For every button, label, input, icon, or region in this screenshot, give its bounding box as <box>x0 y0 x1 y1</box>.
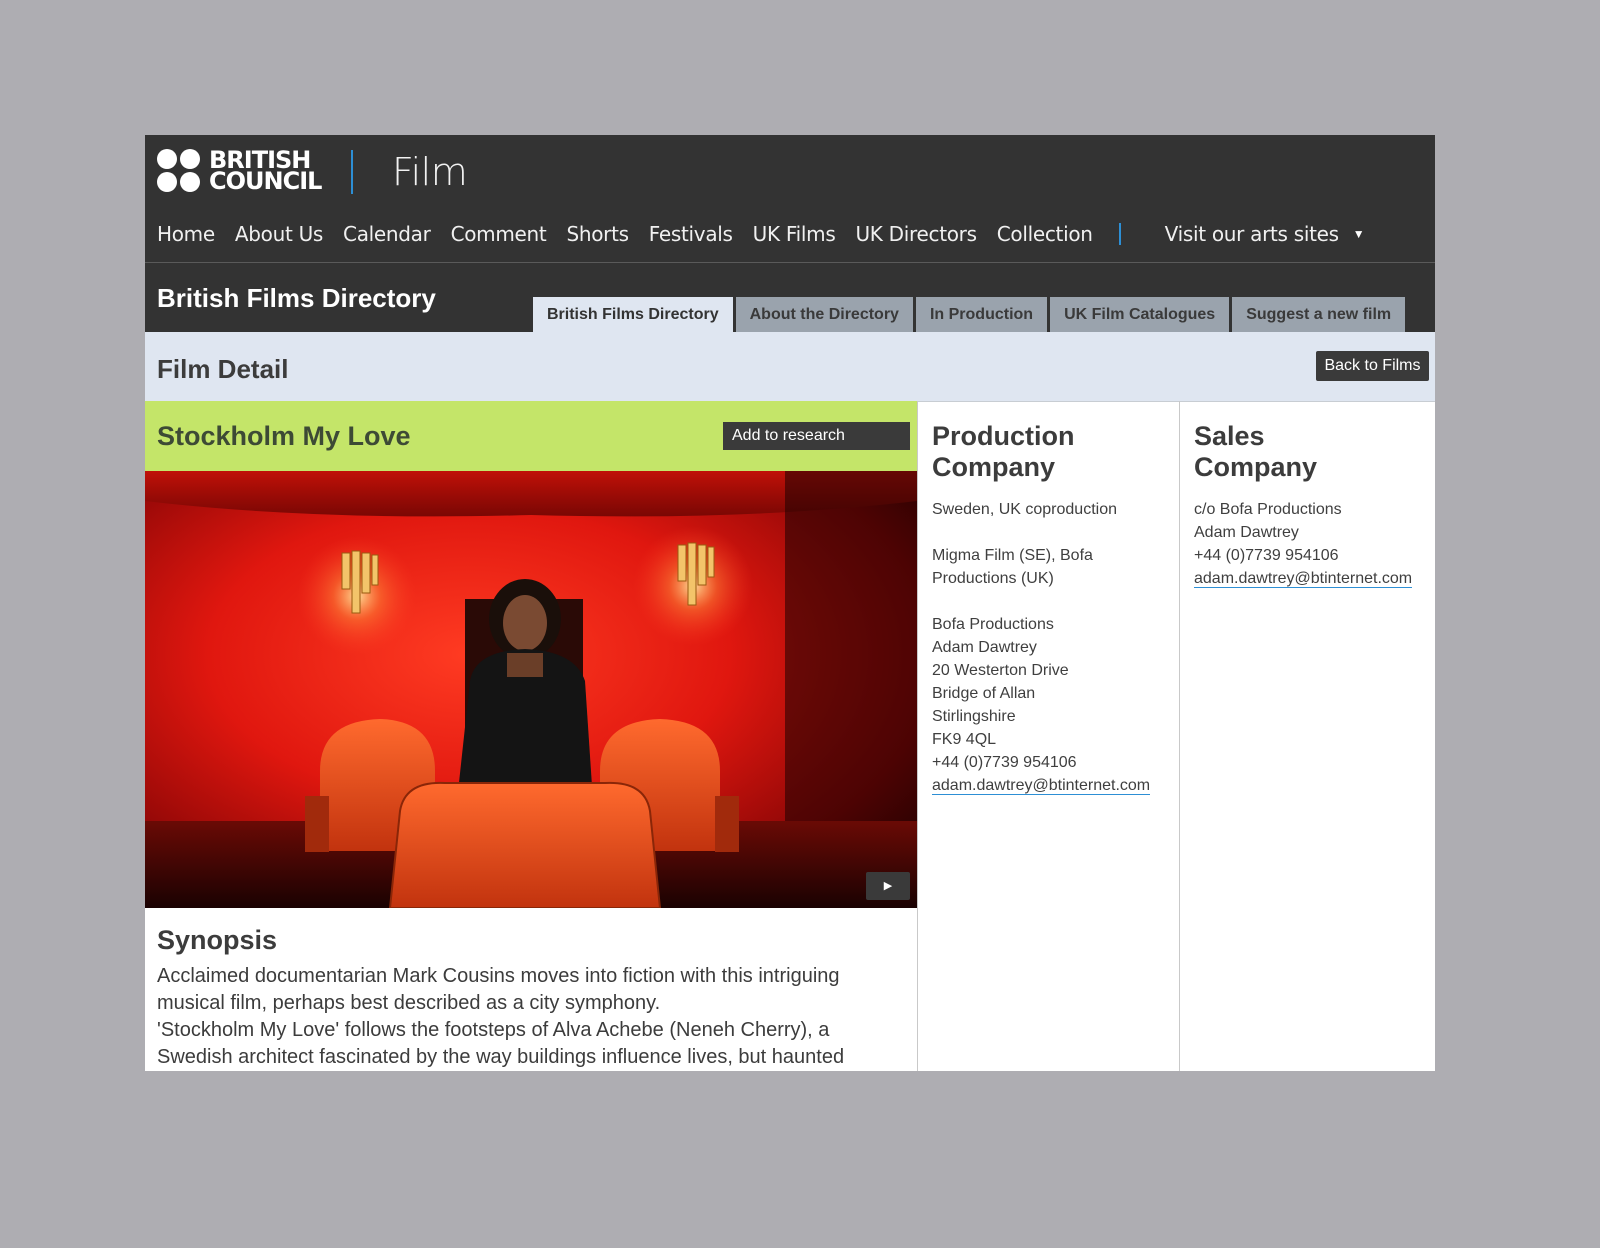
production-company-heading: Production Company <box>932 421 1075 482</box>
contact-phone: +44 (0)7739 954106 <box>1194 547 1339 564</box>
page-frame: BRITISH COUNCIL Film Home About Us Calen… <box>145 135 1435 1071</box>
contact-line: c/o Bofa Productions <box>1194 501 1342 518</box>
film-still-illustration <box>145 471 917 908</box>
site-header: BRITISH COUNCIL Film Home About Us Calen… <box>145 135 1435 263</box>
main-nav: Home About Us Calendar Comment Shorts Fe… <box>157 219 1365 249</box>
synopsis-line: Acclaimed documentarian Mark Cousins mov… <box>157 965 840 987</box>
logo-dots-icon <box>157 149 203 195</box>
column-divider <box>1179 401 1180 1071</box>
back-to-films-button[interactable]: Back to Films <box>1316 351 1429 381</box>
nav-divider <box>1118 223 1121 245</box>
play-icon[interactable]: ▶ <box>866 872 910 900</box>
synopsis-line: musical film, perhaps best described as … <box>157 992 661 1014</box>
production-company-line: Productions (UK) <box>932 570 1054 587</box>
directory-tabs: British Films Directory About the Direct… <box>533 297 1408 332</box>
synopsis-line: 'Stockholm My Love' follows the footstep… <box>157 1019 830 1041</box>
logo-text: BRITISH COUNCIL <box>209 146 322 195</box>
nav-uk-films[interactable]: UK Films <box>753 222 836 246</box>
nav-home[interactable]: Home <box>157 222 215 246</box>
production-companies: Migma Film (SE), Bofa Productions (UK) <box>932 544 1172 590</box>
contact-phone: +44 (0)7739 954106 <box>932 754 1077 771</box>
synopsis-heading: Synopsis <box>157 925 278 955</box>
contact-line: Bridge of Allan <box>932 685 1036 702</box>
tab-british-films-directory[interactable]: British Films Directory <box>533 297 733 332</box>
film-title: Stockholm My Love <box>157 421 411 451</box>
british-council-logo[interactable]: BRITISH COUNCIL <box>157 148 322 195</box>
sales-email-link[interactable]: adam.dawtrey@btinternet.com <box>1194 570 1413 588</box>
film-header: Stockholm My Love Add to research <box>145 401 917 471</box>
nav-festivals[interactable]: Festivals <box>649 222 733 246</box>
contact-line: Adam Dawtrey <box>1194 524 1299 541</box>
synopsis-text: Acclaimed documentarian Mark Cousins mov… <box>157 963 897 1071</box>
directory-title: British Films Directory <box>157 283 436 313</box>
tab-uk-film-catalogues[interactable]: UK Film Catalogues <box>1050 297 1230 332</box>
production-email-link[interactable]: adam.dawtrey@btinternet.com <box>932 777 1151 795</box>
directory-bar: British Films Directory British Films Di… <box>145 263 1435 332</box>
dropdown-caret-icon: ▼ <box>1352 227 1365 241</box>
contact-line: Adam Dawtrey <box>932 639 1037 656</box>
sales-company-column: Sales Company c/o Bofa Productions Adam … <box>1194 401 1424 590</box>
film-still-image[interactable]: ▶ <box>145 471 917 908</box>
nav-collection[interactable]: Collection <box>997 222 1093 246</box>
sales-company-heading: Sales Company <box>1194 421 1318 482</box>
production-company-column: Production Company Sweden, UK coproducti… <box>932 401 1172 797</box>
contact-line: FK9 4QL <box>932 731 997 748</box>
tab-suggest-a-new-film[interactable]: Suggest a new film <box>1232 297 1406 332</box>
synopsis-line: Swedish architect fascinated by the way … <box>157 1046 845 1068</box>
nav-about-us[interactable]: About Us <box>235 222 323 246</box>
tab-in-production[interactable]: In Production <box>915 297 1048 332</box>
production-contact: Bofa Productions Adam Dawtrey 20 Westert… <box>932 613 1172 797</box>
production-origin: Sweden, UK coproduction <box>932 501 1117 518</box>
production-company-line: Migma Film (SE), Bofa <box>932 547 1093 564</box>
film-main-column: Stockholm My Love Add to research ▶ Syno… <box>145 401 917 1071</box>
logo-divider <box>351 150 353 194</box>
contact-line: Stirlingshire <box>932 708 1016 725</box>
site-title[interactable]: Film <box>392 150 468 194</box>
film-detail-bar: Film Detail Back to Films <box>145 332 1435 402</box>
tab-about-the-directory[interactable]: About the Directory <box>735 297 913 332</box>
arts-sites-label[interactable]: Visit our arts sites <box>1165 222 1339 246</box>
nav-calendar[interactable]: Calendar <box>343 222 431 246</box>
arts-sites-dropdown[interactable]: Visit our arts sites ▼ <box>1165 222 1365 246</box>
sales-contact: c/o Bofa Productions Adam Dawtrey +44 (0… <box>1194 498 1424 590</box>
nav-uk-directors[interactable]: UK Directors <box>855 222 977 246</box>
add-to-research-button[interactable]: Add to research <box>723 422 910 450</box>
nav-shorts[interactable]: Shorts <box>566 222 629 246</box>
nav-comment[interactable]: Comment <box>451 222 547 246</box>
contact-line: 20 Westerton Drive <box>932 662 1069 679</box>
page-title: Film Detail <box>157 354 289 384</box>
column-divider <box>917 401 918 1071</box>
contact-line: Bofa Productions <box>932 616 1054 633</box>
